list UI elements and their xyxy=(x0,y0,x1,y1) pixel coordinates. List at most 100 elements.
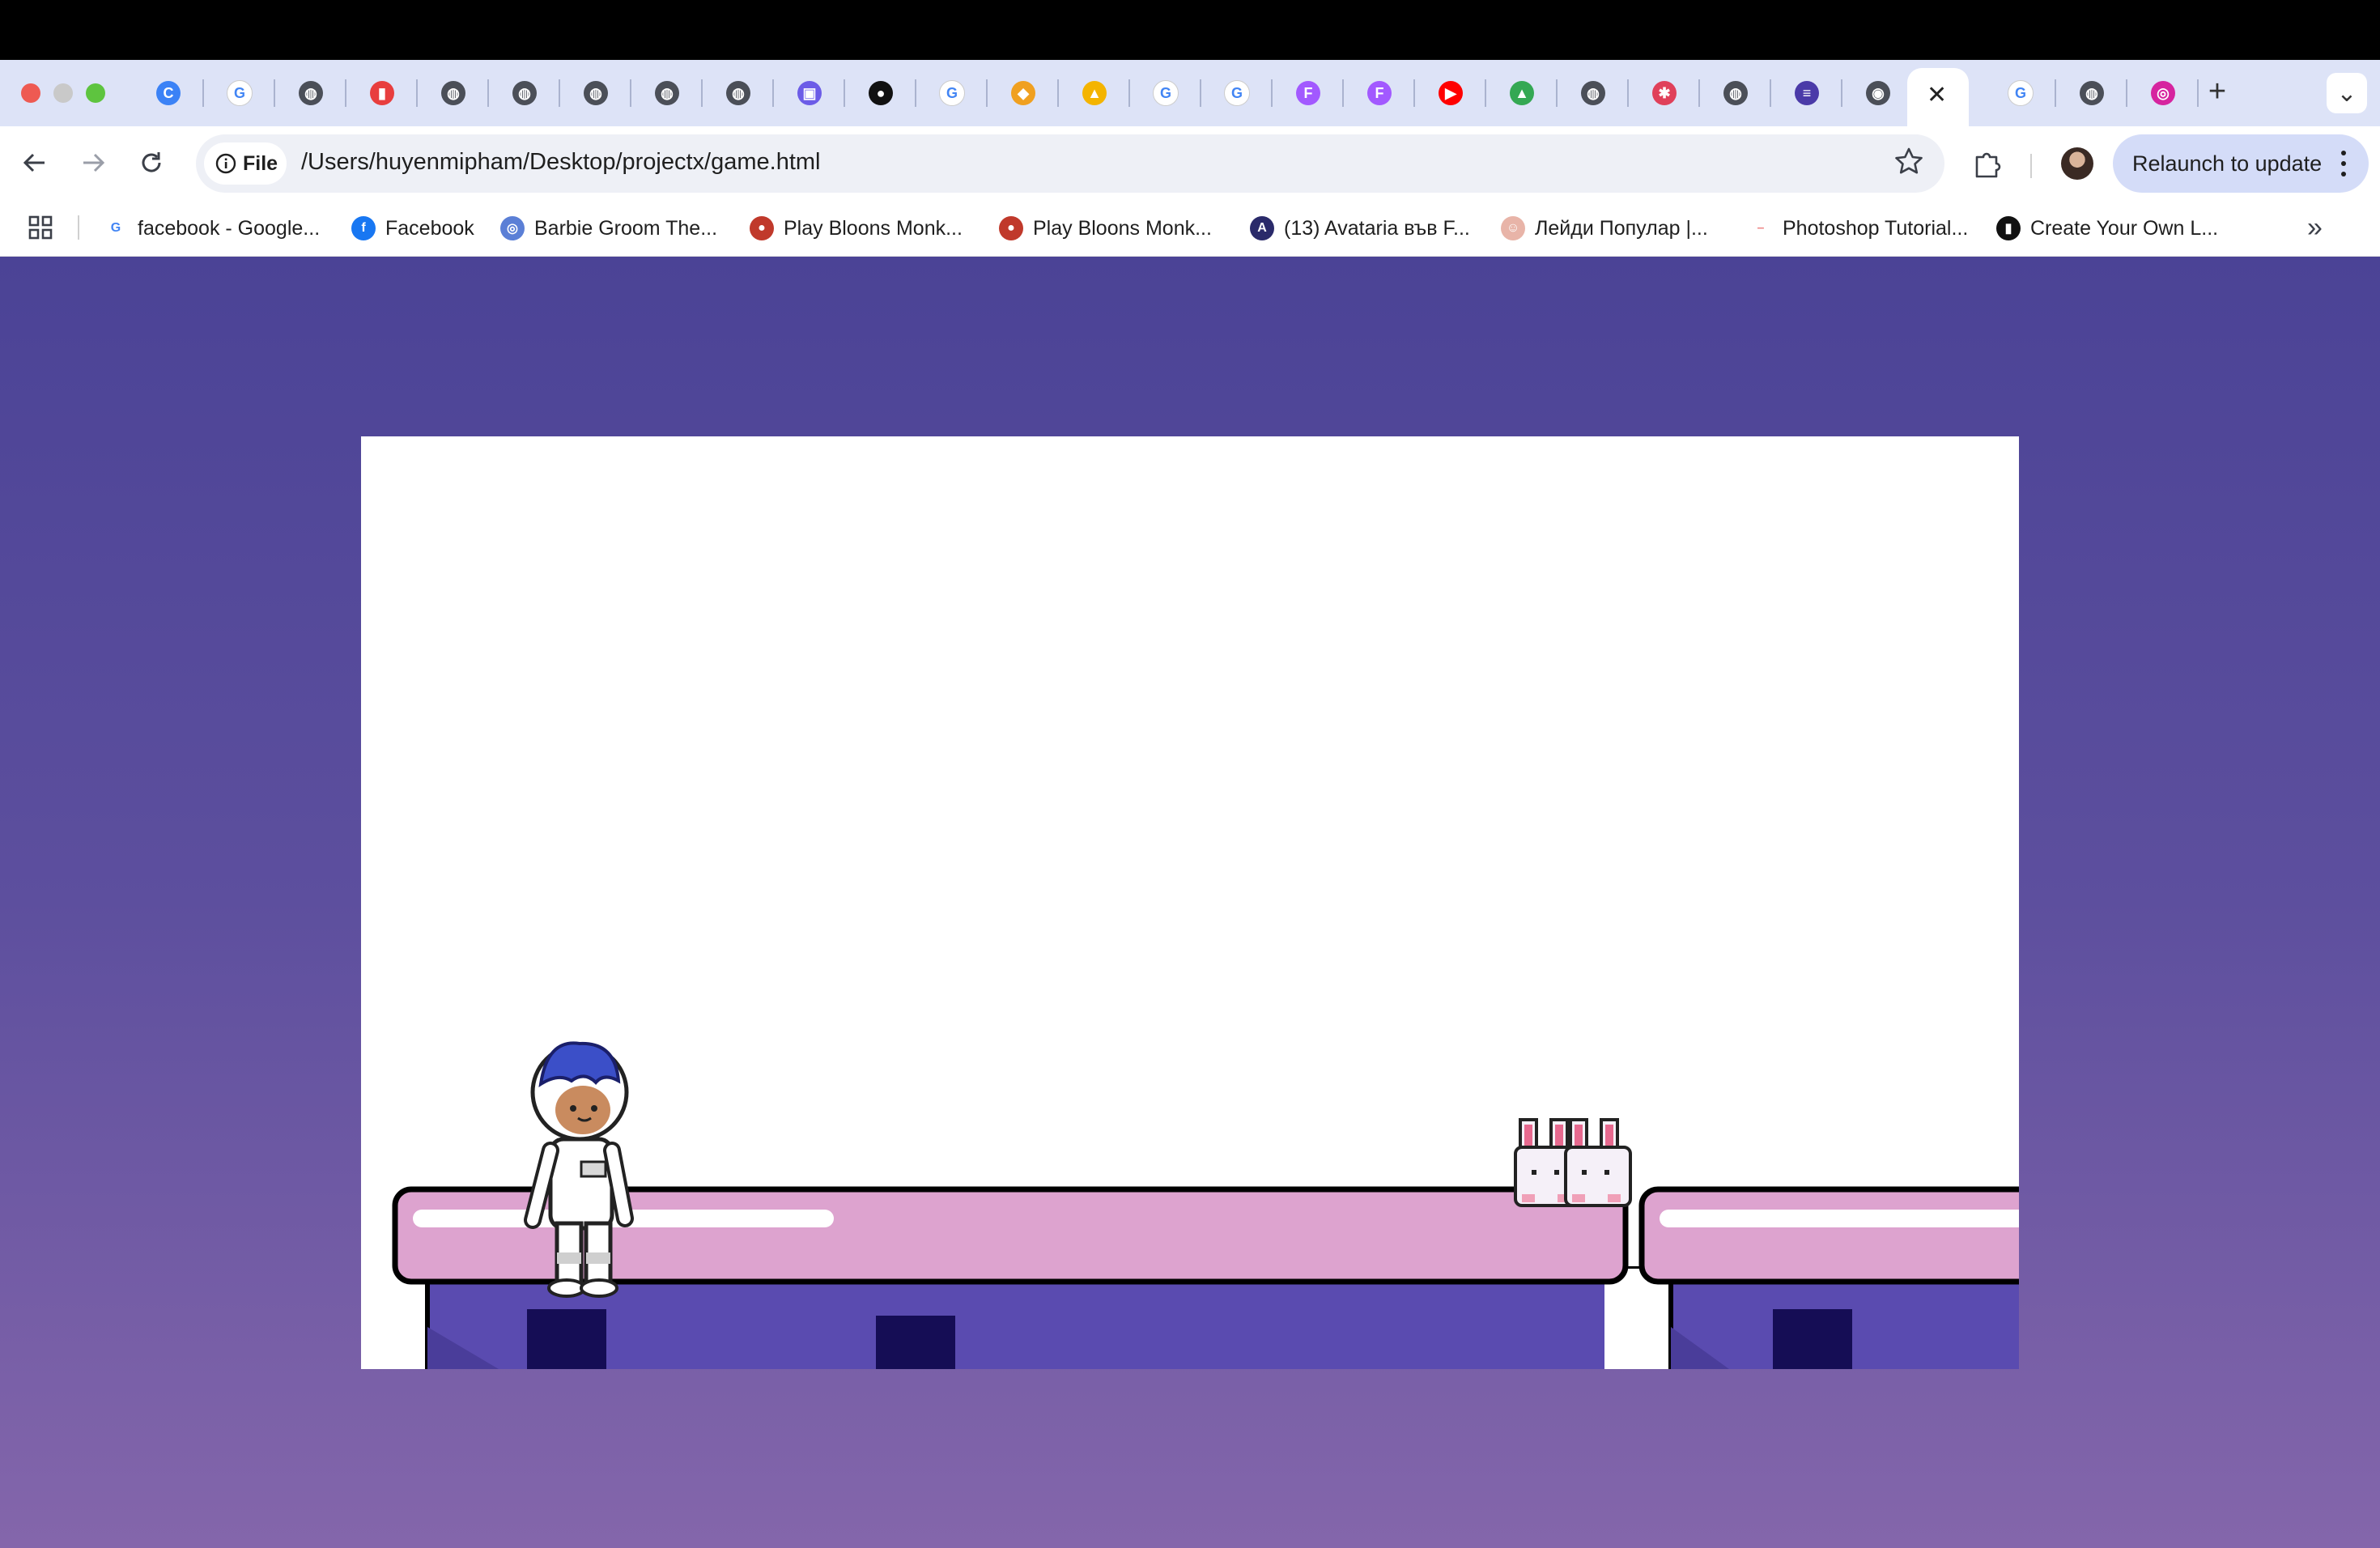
back-button[interactable] xyxy=(16,144,53,181)
tab[interactable]: ▮ xyxy=(346,68,418,118)
youtube-icon: ▶ xyxy=(1439,81,1463,105)
google-icon: G xyxy=(227,80,253,106)
instagram-icon: ◎ xyxy=(2151,81,2175,105)
globe-icon: ◍ xyxy=(1581,81,1605,105)
tab[interactable]: ◍ xyxy=(418,68,489,118)
tab[interactable]: ◆ xyxy=(988,68,1059,118)
tab[interactable]: ◍ xyxy=(275,68,346,118)
globe-icon: ◍ xyxy=(584,81,608,105)
new-tab-button[interactable]: + xyxy=(2199,73,2236,110)
close-window-button[interactable] xyxy=(21,83,40,103)
tab-search-button[interactable]: ⌄ xyxy=(2327,73,2367,113)
bookmark-item[interactable]: – Photoshop Tutorial... xyxy=(1749,212,1968,245)
bookmark-item[interactable]: ☺ Лейди Популар |... xyxy=(1501,212,1708,245)
bookmark-item[interactable]: Gfacebook - Google... xyxy=(104,212,320,245)
bookmark-star-icon[interactable] xyxy=(1893,146,1925,182)
logo-maker-icon: ▮ xyxy=(1996,216,2021,240)
tab[interactable]: ◉ xyxy=(1842,68,1914,118)
globe-icon: ◍ xyxy=(2080,81,2104,105)
calendar-app-icon: ▣ xyxy=(797,81,822,105)
tab[interactable]: G xyxy=(1985,68,2056,118)
toolbar-divider xyxy=(2030,154,2032,178)
reload-button[interactable] xyxy=(133,144,170,181)
globe-icon: ◍ xyxy=(726,81,750,105)
graduation-cap-icon: ▲ xyxy=(1082,81,1107,105)
tab[interactable]: ◍ xyxy=(560,68,631,118)
apps-grid-icon[interactable] xyxy=(28,215,53,245)
profile-avatar[interactable] xyxy=(2061,147,2093,180)
bookmarks-divider xyxy=(78,215,79,240)
facebook-icon: f xyxy=(351,216,376,240)
arrow-left-icon xyxy=(23,153,45,172)
tab[interactable]: ✱ xyxy=(1629,68,1700,118)
tab[interactable]: ▲ xyxy=(1486,68,1558,118)
cube-icon: ◆ xyxy=(1011,81,1035,105)
tab[interactable]: ≡ xyxy=(1771,68,1842,118)
screen-top-bar xyxy=(0,0,2380,60)
dash-icon: – xyxy=(1749,216,1773,240)
tab[interactable]: ▣ xyxy=(774,68,845,118)
google-drive-icon: ▲ xyxy=(1510,81,1534,105)
tab[interactable]: ◍ xyxy=(703,68,774,118)
globe-icon: ◍ xyxy=(1723,81,1748,105)
tab[interactable]: ◍ xyxy=(2056,68,2127,118)
tab[interactable]: ▲ xyxy=(1059,68,1130,118)
tab[interactable]: ◎ xyxy=(2127,68,2199,118)
site-info-chip[interactable]: File xyxy=(204,142,287,185)
tab[interactable]: ▶ xyxy=(1415,68,1486,118)
bookmark-item[interactable]: ● Play Bloons Monk... xyxy=(750,212,963,245)
globe-icon: ◍ xyxy=(512,81,537,105)
minimize-window-button[interactable] xyxy=(53,83,73,103)
globe-icon: ◍ xyxy=(299,81,323,105)
colorful-app-icon: ▮ xyxy=(370,81,394,105)
chromium-icon: C xyxy=(156,81,181,105)
bookmark-item[interactable]: A (13) Avataria във F... xyxy=(1250,212,1470,245)
bookmarks-overflow-button[interactable]: » xyxy=(2307,212,2323,244)
tab[interactable]: G xyxy=(1130,68,1201,118)
bloons-icon: ● xyxy=(999,216,1023,240)
close-icon[interactable]: ✕ xyxy=(1927,81,1947,109)
barbie-icon: ◎ xyxy=(500,216,525,240)
extensions-icon[interactable] xyxy=(1972,147,2004,184)
platform-right xyxy=(1638,1186,2019,1285)
bookmark-label: Barbie Groom The... xyxy=(534,216,718,240)
bookmark-item[interactable]: f Facebook xyxy=(351,212,474,245)
maximize-window-button[interactable] xyxy=(86,83,105,103)
bookmark-label: Лейди Популар |... xyxy=(1535,216,1708,240)
google-icon: G xyxy=(2008,80,2034,106)
google-icon: G xyxy=(939,80,965,106)
tab[interactable]: G xyxy=(204,68,275,118)
reload-icon xyxy=(142,152,161,172)
tab[interactable]: ◍ xyxy=(489,68,560,118)
menu-kebab-icon[interactable] xyxy=(2331,147,2356,180)
bookmark-label: Photoshop Tutorial... xyxy=(1783,216,1969,240)
bookmark-item[interactable]: ● Play Bloons Monk... xyxy=(999,212,1212,245)
figma-icon: F xyxy=(1296,81,1320,105)
tab[interactable]: F xyxy=(1344,68,1415,118)
game-scene xyxy=(392,1041,2019,1369)
url-text[interactable]: /Users/huyenmipham/Desktop/projectx/game… xyxy=(301,149,820,176)
bookmark-item[interactable]: ▮ Create Your Own L... xyxy=(1996,212,2218,245)
tab[interactable]: ◍ xyxy=(1700,68,1771,118)
game-canvas[interactable] xyxy=(361,436,2019,1369)
tab[interactable]: ◍ xyxy=(1558,68,1629,118)
tab[interactable]: C xyxy=(133,68,204,118)
tab[interactable]: G xyxy=(916,68,988,118)
tab[interactable]: F xyxy=(1273,68,1344,118)
bookmark-label: Play Bloons Monk... xyxy=(1033,216,1212,240)
bookmark-item[interactable]: ◎ Barbie Groom The... xyxy=(500,212,717,245)
relaunch-button[interactable]: Relaunch to update xyxy=(2113,134,2369,193)
bunny-enemy xyxy=(1564,1118,1632,1207)
bookmark-label: Create Your Own L... xyxy=(2030,216,2219,240)
tab[interactable]: ● xyxy=(845,68,916,118)
tab[interactable]: ◍ xyxy=(631,68,703,118)
info-icon xyxy=(215,153,236,174)
globe-icon: ◍ xyxy=(441,81,465,105)
bookmark-label: (13) Avataria във F... xyxy=(1284,216,1470,240)
globe-icon: ◍ xyxy=(655,81,679,105)
list-app-icon: ≡ xyxy=(1795,81,1819,105)
google-icon: G xyxy=(104,216,128,240)
tab[interactable]: G xyxy=(1201,68,1273,118)
building-window xyxy=(876,1316,955,1369)
forward-button[interactable] xyxy=(74,144,112,181)
